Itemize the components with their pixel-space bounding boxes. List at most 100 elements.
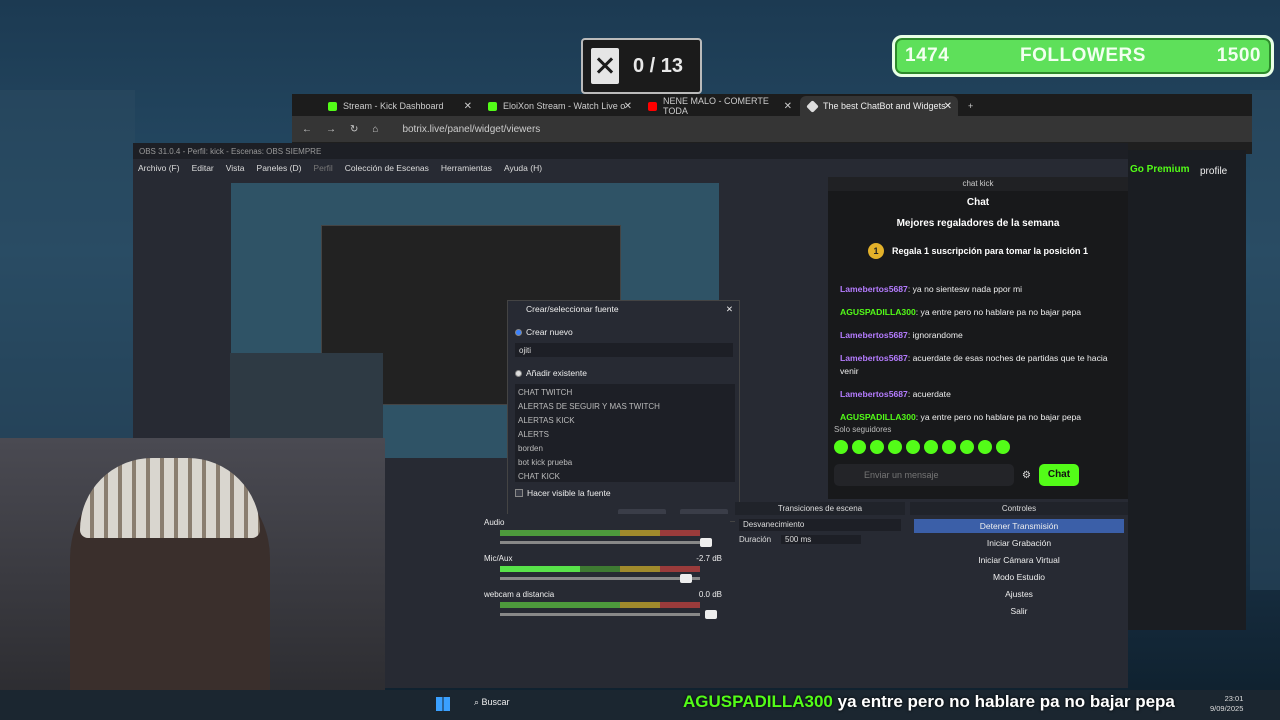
tab-eloixon[interactable]: EloiXon Stream - Watch Live o ✕ — [480, 96, 638, 116]
chat-message: Lamebertos5687: ignorandome — [840, 330, 963, 340]
existing-sources-list: CHAT TWITCH ALERTAS DE SEGUIR Y MAS TWIT… — [515, 383, 735, 484]
emote-icon[interactable] — [888, 440, 902, 454]
volume-slider[interactable] — [500, 538, 712, 547]
visible-checkbox[interactable]: Hacer visible la fuente — [508, 488, 739, 498]
transition-select[interactable]: Desvanecimiento — [739, 519, 901, 531]
taskbar-search[interactable]: ⌕ Buscar — [474, 697, 510, 708]
list-item[interactable]: ALERTAS KICK — [515, 414, 735, 428]
menu-herramientas[interactable]: Herramientas — [441, 163, 492, 173]
emote-icon[interactable] — [852, 440, 866, 454]
list-item[interactable]: CHAT TWITCH — [515, 386, 735, 400]
chat-message: Lamebertos5687: acuerdate de esas noches… — [840, 353, 1108, 376]
chat-messages: Lamebertos5687: ya no sientesw nada ppor… — [828, 283, 1128, 424]
menu-paneles[interactable]: Paneles (D) — [257, 163, 302, 173]
webcam-overlay — [0, 438, 385, 720]
chat-message: Lamebertos5687: ya no sientesw nada ppor… — [840, 284, 1023, 294]
goal-counter: 0 / 13 — [581, 38, 702, 94]
emote-icon[interactable] — [942, 440, 956, 454]
virtual-camera-button[interactable]: Iniciar Cámara Virtual — [914, 553, 1124, 567]
menu-archivo[interactable]: Archivo (F) — [138, 163, 180, 173]
top-gifters-title: Mejores regaladores de la semana — [896, 218, 1060, 229]
emote-icon[interactable] — [960, 440, 974, 454]
new-tab-button[interactable]: + — [960, 96, 980, 116]
close-icon[interactable]: ✕ — [784, 101, 792, 112]
exit-button[interactable]: Salir — [914, 604, 1124, 618]
chat-message: AGUSPADILLA300: ya entre pero no hablare… — [840, 412, 1082, 422]
start-recording-button[interactable]: Iniciar Grabación — [914, 536, 1124, 550]
profile-link[interactable]: profile — [1200, 166, 1227, 177]
settings-icon[interactable]: ⚙ — [1022, 470, 1031, 481]
emote-icon[interactable] — [924, 440, 938, 454]
chat-message: Lamebertos5687: acuerdate — [840, 389, 951, 399]
close-icon[interactable]: ✕ — [624, 101, 632, 112]
reload-icon[interactable]: ↻ — [350, 124, 358, 135]
address-bar: ← → ↻ ⌂ botrix.live/panel/widget/viewers — [292, 116, 1252, 142]
emote-icon[interactable] — [870, 440, 884, 454]
dialog-title: Crear/seleccionar fuente ✕ — [508, 301, 739, 317]
list-item[interactable]: bot kick prueba — [515, 456, 735, 470]
duration-input[interactable]: 500 ms — [781, 535, 862, 544]
streamer-hat — [80, 458, 260, 538]
background-building — [0, 90, 135, 440]
dock-header: Transiciones de escena — [735, 502, 905, 515]
chat-message-input[interactable] — [834, 464, 1014, 486]
ticker-text: ya entre pero no hablare pa no bajar pep… — [837, 692, 1175, 711]
settings-button[interactable]: Ajustes — [914, 587, 1124, 601]
list-item[interactable]: borden — [515, 442, 735, 456]
add-existing-option[interactable]: Añadir existente — [508, 368, 739, 378]
volume-slider[interactable] — [500, 574, 700, 583]
back-icon[interactable]: ← — [302, 124, 312, 135]
go-premium-link[interactable]: Go Premium — [1130, 164, 1189, 175]
menu-editar[interactable]: Editar — [192, 163, 214, 173]
tab-youtube[interactable]: NENE MALO - COMERTE TODA ✕ — [640, 96, 798, 116]
home-icon[interactable]: ⌂ — [372, 124, 378, 135]
gift-prompt[interactable]: 1 Regala 1 suscripción para tomar la pos… — [828, 243, 1128, 259]
close-icon[interactable]: ✕ — [726, 301, 733, 317]
list-item[interactable]: ALERTAS DE SEGUIR Y MAS TWITCH — [515, 400, 735, 414]
search-icon: ⌕ — [474, 697, 482, 707]
track-name: Audio — [484, 518, 505, 527]
tab-bar: Stream - Kick Dashboard ✕ EloiXon Stream … — [292, 94, 1252, 116]
followers-only-label: Solo seguidores — [834, 425, 892, 434]
studio-mode-button[interactable]: Modo Estudio — [914, 570, 1124, 584]
menu-coleccion[interactable]: Colección de Escenas — [345, 163, 429, 173]
chat-footer: Solo seguidores ⚙ Chat — [834, 425, 1122, 499]
windows-start-icon[interactable] — [436, 697, 450, 711]
url-field[interactable]: botrix.live/panel/widget/viewers — [402, 124, 540, 135]
followers-target: 1500 — [1216, 45, 1261, 66]
tab-botrix[interactable]: The best ChatBot and Widgets ✕ — [800, 96, 958, 116]
list-item[interactable]: ALERTS — [515, 428, 735, 442]
stop-stream-button[interactable]: Detener Transmisión — [914, 519, 1124, 533]
track-name: webcam a distancia 0.0 dB — [484, 590, 722, 599]
obs-title: OBS 31.0.4 - Perfil: kick - Escenas: OBS… — [133, 143, 1128, 159]
transitions-dock: Transiciones de escena Desvanecimiento D… — [735, 502, 905, 662]
emote-icon[interactable] — [978, 440, 992, 454]
menu-ayuda[interactable]: Ayuda (H) — [504, 163, 542, 173]
followers-goal-bar: 1474 FOLLOWERS 1500 — [892, 35, 1274, 77]
close-icon[interactable]: ✕ — [464, 101, 472, 112]
obs-menubar: Archivo (F) Editar Vista Paneles (D) Per… — [133, 159, 1128, 177]
forward-icon[interactable]: → — [326, 124, 336, 135]
menu-vista[interactable]: Vista — [226, 163, 245, 173]
tab-kick-dashboard[interactable]: Stream - Kick Dashboard ✕ — [320, 96, 478, 116]
kick-chat-dock: chat kick Chat Mejores regaladores de la… — [828, 177, 1128, 499]
create-new-option[interactable]: Crear nuevo — [508, 327, 739, 337]
source-name-input[interactable] — [515, 343, 733, 357]
goal-text: 0 / 13 — [633, 54, 684, 77]
send-chat-button[interactable]: Chat — [1038, 464, 1079, 486]
emote-icon[interactable] — [834, 440, 848, 454]
close-icon[interactable]: ✕ — [944, 101, 952, 112]
menu-perfil[interactable]: Perfil — [313, 163, 332, 173]
document-x-icon — [591, 48, 619, 84]
volume-slider[interactable] — [500, 610, 717, 619]
gift-prompt-text: Regala 1 suscripción para tomar la posic… — [891, 246, 1089, 256]
medal-icon: 1 — [867, 243, 884, 259]
list-item[interactable]: CHAT KICK — [515, 470, 735, 484]
chat-message: AGUSPADILLA300: ya entre pero no hablare… — [840, 307, 1082, 317]
emote-icon[interactable] — [906, 440, 920, 454]
emote-icon[interactable] — [996, 440, 1010, 454]
dock-title: chat kick — [828, 177, 1128, 191]
create-source-dialog: Crear/seleccionar fuente✕ Crear nuevo Añ… — [507, 300, 740, 525]
chat-ticker-overlay: AGUSPADILLA300 ya entre pero no hablare … — [683, 692, 1175, 712]
system-clock[interactable]: 23:01 9/09/2025 — [1210, 694, 1243, 714]
